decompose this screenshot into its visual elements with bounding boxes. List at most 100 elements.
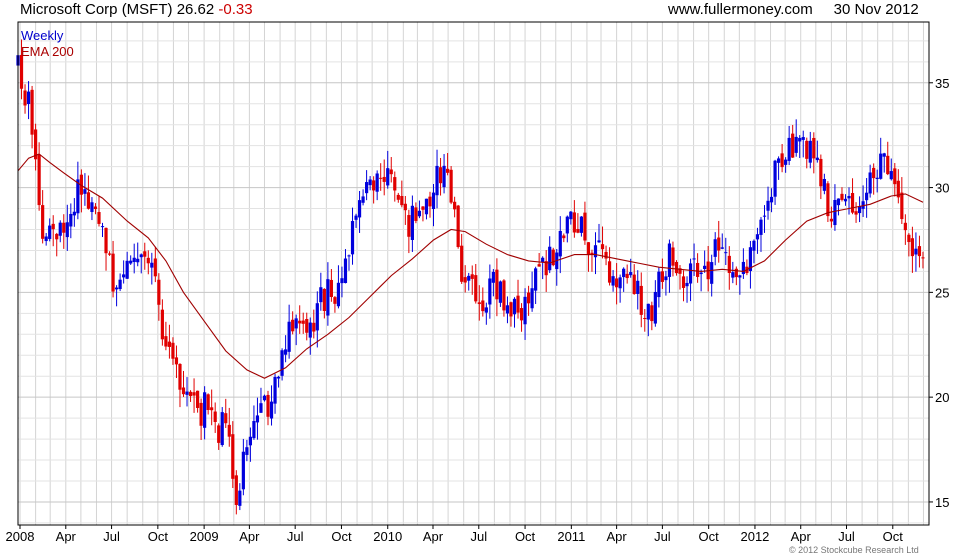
weekly-candle: [579, 216, 584, 237]
weekly-candle: [808, 131, 812, 169]
weekly-candle: [192, 378, 196, 413]
weekly-candle: [315, 291, 319, 348]
candle-body: [417, 210, 422, 217]
weekly-candle: [308, 317, 312, 355]
weekly-candle: [220, 407, 224, 447]
candle-body: [188, 391, 193, 397]
candle-body: [565, 216, 569, 234]
weekly-candle: [703, 250, 707, 273]
weekly-candle: [167, 324, 172, 359]
weekly-candle: [710, 254, 714, 297]
candle-body: [917, 246, 922, 257]
weekly-candle: [512, 297, 517, 328]
candle-body: [586, 242, 591, 256]
weekly-candle: [819, 154, 823, 200]
candle-body: [562, 235, 566, 239]
candle-body: [62, 222, 66, 233]
weekly-candle: [907, 233, 911, 257]
candle-body: [460, 245, 464, 282]
candle-body: [44, 236, 48, 242]
candle-body: [259, 403, 263, 413]
candle-body: [474, 275, 478, 302]
candle-body: [65, 222, 69, 238]
weekly-candle: [548, 236, 552, 274]
weekly-candle: [685, 276, 689, 303]
weekly-candle: [597, 223, 601, 243]
candle-body: [224, 413, 228, 424]
weekly-candle: [357, 190, 362, 233]
candle-body: [530, 288, 534, 309]
weekly-candle: [541, 256, 545, 280]
candle-body: [347, 255, 351, 257]
candle-body: [558, 230, 562, 257]
weekly-candle: [386, 150, 390, 189]
weekly-candle: [900, 177, 904, 225]
x-tick-label: Apr: [606, 529, 627, 544]
candle-body: [509, 302, 513, 317]
candle-body: [541, 257, 545, 263]
weekly-candle: [181, 370, 186, 397]
candle-body: [361, 196, 365, 203]
weekly-candle: [551, 247, 555, 267]
weekly-candle: [407, 209, 411, 254]
weekly-candle: [86, 175, 91, 210]
candle-body: [400, 195, 404, 206]
candle-body: [453, 201, 457, 210]
weekly-candle: [696, 253, 700, 283]
weekly-candle: [55, 232, 59, 257]
candle-body: [396, 194, 400, 200]
candle-body: [319, 287, 323, 303]
weekly-candle: [287, 304, 291, 359]
candle-body: [181, 387, 186, 395]
candle-body: [762, 215, 767, 217]
candle-body: [357, 200, 362, 218]
weekly-candle: [333, 296, 337, 313]
weekly-candle: [122, 260, 126, 284]
weekly-candle: [379, 163, 383, 191]
weekly-candle: [396, 192, 400, 203]
candle-body: [491, 271, 495, 283]
weekly-candle: [562, 233, 566, 243]
candle-body: [868, 172, 872, 194]
candle-body: [646, 303, 650, 320]
legend-weekly: Weekly: [21, 28, 64, 43]
candle-body: [368, 179, 372, 186]
weekly-candle: [305, 312, 309, 341]
candle-body: [350, 221, 355, 255]
candle-body: [889, 171, 893, 180]
weekly-candle: [195, 390, 200, 413]
weekly-candle: [449, 166, 453, 205]
weekly-candle: [498, 280, 503, 307]
candle-body: [636, 280, 640, 294]
candle-body: [660, 271, 664, 282]
candle-body: [287, 321, 291, 352]
weekly-candle: [280, 348, 284, 381]
candle-body: [421, 206, 425, 210]
weekly-candle: [850, 178, 855, 215]
candle-body: [129, 260, 133, 264]
weekly-candle: [787, 125, 791, 166]
weekly-candle: [361, 189, 365, 206]
candle-body: [865, 192, 869, 201]
weekly-candle: [590, 249, 594, 272]
candle-body: [875, 177, 879, 179]
weekly-candle: [650, 301, 654, 331]
candle-body: [477, 302, 481, 305]
weekly-candle: [188, 390, 193, 402]
candle-body: [907, 234, 911, 243]
weekly-candle: [812, 132, 816, 174]
weekly-candle: [460, 233, 464, 284]
weekly-candle: [780, 143, 784, 173]
weekly-candle: [791, 124, 795, 158]
weekly-candle: [773, 159, 777, 205]
weekly-candle: [298, 305, 302, 334]
candle-body: [171, 342, 175, 359]
weekly-candle: [347, 254, 351, 271]
weekly-candle: [505, 296, 510, 324]
candle-body: [696, 262, 700, 277]
candle-body: [336, 282, 341, 307]
candle-body: [23, 90, 27, 106]
candle-body: [625, 273, 629, 279]
weekly-candle: [625, 264, 629, 284]
weekly-candle: [868, 164, 872, 198]
